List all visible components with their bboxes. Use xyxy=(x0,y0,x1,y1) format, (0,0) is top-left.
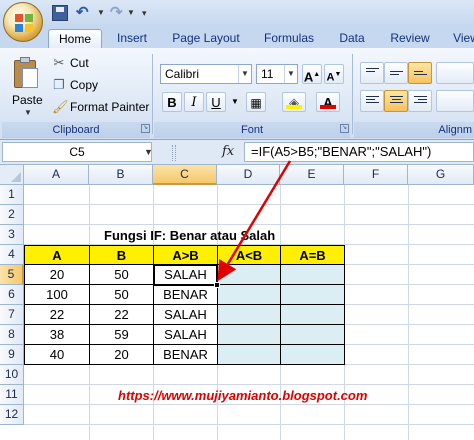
save-icon[interactable] xyxy=(52,5,68,21)
chevron-down-icon[interactable]: ▼ xyxy=(238,65,251,83)
align-bottom-icon[interactable] xyxy=(408,62,432,84)
name-box[interactable]: C5 xyxy=(2,142,152,162)
font-color-button[interactable]: A xyxy=(316,92,340,112)
ribbon-tabs: Home Insert Page Layout Formulas Data Re… xyxy=(0,26,474,48)
font-name-box[interactable]: Calibri ▼ xyxy=(160,64,252,84)
borders-icon: ▦ xyxy=(250,96,262,110)
copy-icon[interactable]: ❐ xyxy=(52,78,66,92)
font-launcher-icon[interactable]: ↘ xyxy=(340,124,349,133)
office-button[interactable] xyxy=(3,2,43,42)
undo-icon[interactable]: ↶ xyxy=(76,5,92,21)
italic-button[interactable]: I xyxy=(184,92,204,112)
tab-review[interactable]: Review xyxy=(382,29,438,48)
tab-insert[interactable]: Insert xyxy=(108,29,156,48)
tab-page-layout[interactable]: Page Layout xyxy=(166,29,246,48)
cut-button[interactable]: Cut xyxy=(70,55,89,71)
ribbon: Paste ▼ ✂ Cut ❐ Copy 🖌 Format Painter Cl… xyxy=(0,48,474,140)
font-size-box[interactable]: 11 ▼ xyxy=(256,64,298,84)
borders-button[interactable]: ▦ xyxy=(246,92,266,112)
formula-bar: C5 ▼ fx =IF(A5>B5;"BENAR";"SALAH") xyxy=(0,140,474,165)
quick-access-toolbar: ↶ ▼ ↷ ▼ ▾ xyxy=(0,0,474,26)
blog-link-text: https://www.mujiyamianto.blogspot.com xyxy=(118,388,368,403)
align-right-icon[interactable] xyxy=(408,90,432,112)
bold-button[interactable]: B xyxy=(162,92,182,112)
font-name-value: Calibri xyxy=(165,67,200,81)
chevron-down-icon[interactable]: ▼ xyxy=(144,143,153,161)
tab-home[interactable]: Home xyxy=(48,29,102,48)
align-middle-icon[interactable] xyxy=(384,62,408,84)
group-divider xyxy=(152,54,153,134)
clipboard-launcher-icon[interactable]: ↘ xyxy=(141,124,150,133)
grow-font-icon: A xyxy=(303,69,314,85)
clipboard-group-label: Clipboard xyxy=(2,122,150,138)
underline-button[interactable]: U xyxy=(206,92,226,112)
tab-formulas[interactable]: Formulas xyxy=(256,29,322,48)
tab-data[interactable]: Data xyxy=(332,29,372,48)
formula-input[interactable]: =IF(A5>B5;"BENAR";"SALAH") xyxy=(244,142,474,162)
redo-dropdown-icon[interactable]: ▼ xyxy=(127,5,143,21)
indent-button[interactable] xyxy=(436,90,474,112)
cut-icon[interactable]: ✂ xyxy=(52,56,66,70)
paste-icon[interactable] xyxy=(12,56,40,90)
alignment-group-label: Alignm xyxy=(354,122,474,138)
formula-bar-resize-handle[interactable] xyxy=(172,145,176,161)
customize-toolbar-icon[interactable]: ▾ xyxy=(142,5,158,21)
office-button-icon xyxy=(15,14,33,32)
redo-icon[interactable]: ↷ xyxy=(110,5,126,21)
paste-dropdown-icon[interactable]: ▼ xyxy=(24,108,32,117)
align-center-icon[interactable] xyxy=(384,90,408,112)
copy-button[interactable]: Copy xyxy=(70,77,98,93)
format-painter-button[interactable]: Format Painter xyxy=(70,99,149,115)
chevron-down-icon[interactable]: ▼ xyxy=(284,65,297,83)
shrink-font-icon: A xyxy=(326,71,335,84)
align-top-icon[interactable] xyxy=(360,62,384,84)
paste-button[interactable]: Paste xyxy=(12,93,43,107)
font-group-label: Font xyxy=(154,122,350,138)
group-divider xyxy=(352,54,353,134)
grow-font-button[interactable]: A▲ xyxy=(302,64,322,84)
shrink-font-button[interactable]: A▼ xyxy=(324,64,344,84)
worksheet-grid[interactable]: A B C D E F G 1 2 3 4 5 6 7 8 9 10 11 12… xyxy=(0,160,474,440)
fx-icon[interactable]: fx xyxy=(222,143,234,161)
orientation-button[interactable] xyxy=(436,62,474,84)
font-size-value: 11 xyxy=(261,67,274,81)
format-painter-icon[interactable]: 🖌 xyxy=(52,100,69,114)
tab-view[interactable]: View xyxy=(446,29,474,48)
underline-dropdown-icon[interactable]: ▼ xyxy=(228,92,242,112)
align-left-icon[interactable] xyxy=(360,90,384,112)
fill-color-button[interactable]: ◈ xyxy=(282,92,306,112)
